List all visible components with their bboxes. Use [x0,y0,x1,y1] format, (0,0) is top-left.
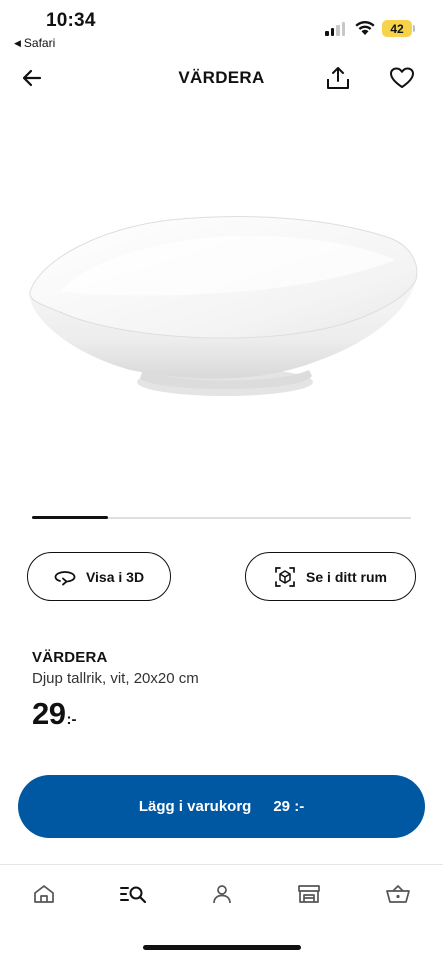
back-app-label: Safari [23,36,56,50]
product-price: 29 :- [32,696,76,732]
view-3d-button[interactable]: Visa i 3D [27,552,171,601]
share-icon[interactable] [324,64,352,92]
product-name: VÄRDERA [32,649,108,666]
add-to-cart-button[interactable]: Lägg i varukorg 29 :- [18,775,425,838]
tab-stores[interactable] [293,880,325,908]
back-triangle-icon: ◀ [14,37,21,48]
status-time: 10:34 [46,10,96,31]
search-list-icon [120,886,147,904]
cellular-signal-icon [325,22,345,36]
view-in-room-button[interactable]: Se i ditt rum [245,552,416,601]
profile-icon [213,885,231,904]
add-to-cart-label: Lägg i varukorg [138,798,252,815]
page-title: VÄRDERA [178,68,265,87]
rotate-3d-icon [54,570,76,585]
gallery-progress-thumb [32,516,108,519]
back-to-safari-link[interactable]: ◀ Safari [14,36,55,50]
home-icon [34,885,54,903]
top-nav: VÄRDERA [0,56,443,100]
battery-level: 42 [390,21,404,36]
product-description: Djup tallrik, vit, 20x20 cm [32,670,199,687]
price-integer: 29 [32,696,66,731]
tab-search[interactable] [117,880,149,908]
view-3d-label: Visa i 3D [85,568,145,585]
status-bar: 10:34 ◀ Safari 42 [0,0,443,56]
tab-profile[interactable] [206,880,238,908]
tab-basket[interactable] [382,880,414,908]
heart-icon[interactable] [388,64,416,92]
view-in-room-label: Se i ditt rum [306,568,387,585]
tab-home[interactable] [28,880,60,908]
battery-indicator: 42 [382,20,412,37]
battery-cap [413,25,415,32]
ar-cube-icon [275,566,295,587]
store-icon [298,885,320,903]
price-suffix: :- [66,711,77,728]
home-indicator [143,945,301,950]
product-image[interactable] [0,120,443,500]
add-to-cart-price: 29 :- [273,798,305,815]
wifi-icon [355,21,375,35]
basket-icon [386,885,410,903]
